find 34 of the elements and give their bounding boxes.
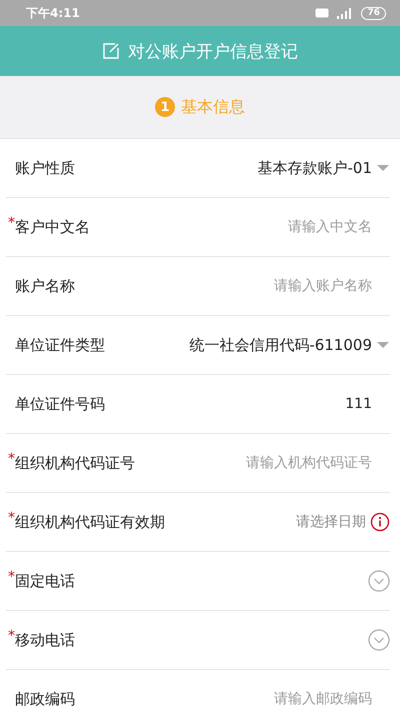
required-mark: * — [8, 451, 15, 467]
field-label: 移动电话 — [15, 630, 75, 650]
info-icon — [370, 512, 390, 532]
required-mark: * — [8, 628, 15, 644]
caret-icon[interactable] — [376, 164, 390, 172]
field-label: 客户中文名 — [15, 218, 90, 236]
battery-level: 76 — [361, 6, 386, 20]
field-label: 账户性质 — [15, 158, 75, 178]
edit-icon — [102, 42, 120, 60]
expand-icon[interactable] — [368, 570, 390, 592]
status-time: 下午4:11 — [26, 4, 81, 22]
input-field[interactable]: 请输入邮政编码 — [202, 691, 390, 707]
select-value: 基本存款账户-01 — [258, 158, 372, 178]
caret-icon[interactable] — [376, 341, 390, 349]
expand-icon[interactable] — [368, 629, 390, 651]
required-mark: * — [8, 510, 15, 526]
field-label: 单位证件类型 — [15, 336, 105, 354]
field-label: 固定电话 — [15, 572, 75, 590]
field-label: 组织机构代码证号 — [15, 454, 135, 472]
field-label: 单位证件号码 — [15, 394, 105, 414]
required-mark: * — [8, 569, 15, 585]
field-label: 账户名称 — [15, 276, 75, 296]
section-title: 基本信息 — [181, 96, 245, 118]
input-field[interactable]: 请输入账户名称 — [202, 278, 390, 294]
field-label: 组织机构代码证有效期 — [15, 512, 165, 532]
input-field[interactable]: 请输入机构代码证号 — [202, 455, 390, 471]
hd-icon — [315, 8, 330, 18]
input-field[interactable]: 111 — [202, 396, 390, 412]
page-title: 对公账户开户信息登记 — [128, 40, 298, 62]
select-value: 统一社会信用代码-611009 — [189, 336, 372, 354]
required-mark: * — [8, 215, 15, 231]
field-label: 邮政编码 — [15, 690, 75, 708]
step-badge: 1 — [155, 97, 175, 117]
input-field[interactable]: 请输入中文名 — [202, 219, 390, 235]
